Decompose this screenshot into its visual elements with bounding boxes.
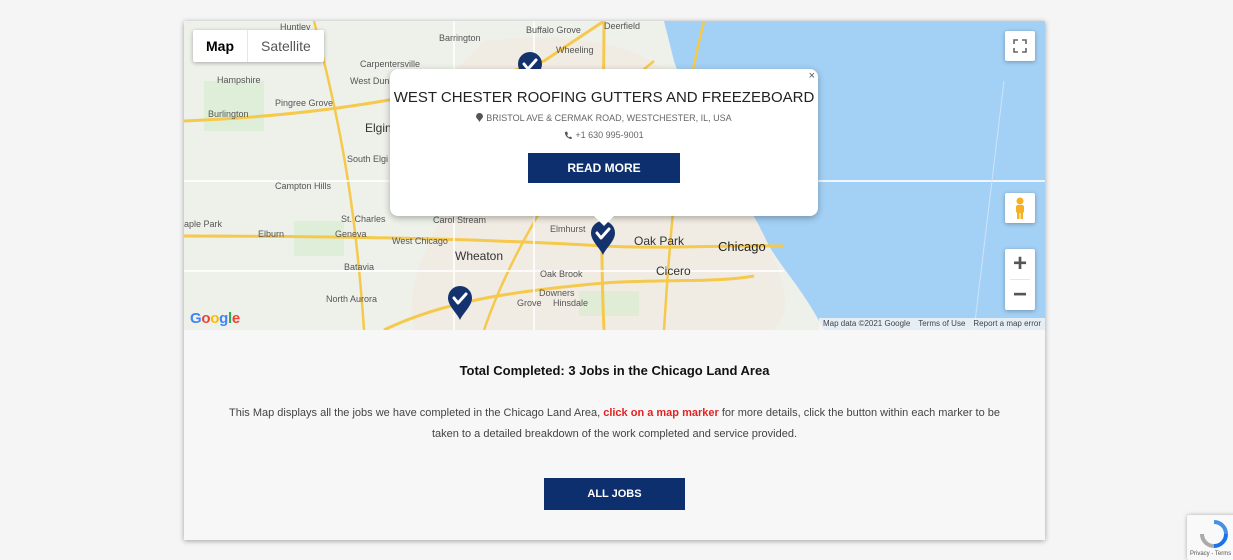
recaptcha-privacy-terms[interactable]: Privacy - Terms bbox=[1190, 551, 1231, 557]
pegman-icon bbox=[1016, 197, 1024, 219]
place-label: Geneva bbox=[335, 229, 367, 239]
place-label: Pingree Grove bbox=[275, 98, 334, 108]
place-label: Elburn bbox=[258, 229, 285, 239]
map-type-map-button[interactable]: Map bbox=[193, 30, 248, 62]
zoom-out-button[interactable]: − bbox=[1005, 280, 1035, 310]
place-label: Oak Park bbox=[634, 234, 685, 248]
map-type-satellite-button[interactable]: Satellite bbox=[248, 30, 324, 62]
street-view-pegman-button[interactable] bbox=[1005, 193, 1035, 223]
place-label: North Aurora bbox=[326, 294, 378, 304]
map-attribution: Map data ©2021 Google Terms of Use Repor… bbox=[818, 318, 1045, 330]
fullscreen-button[interactable] bbox=[1005, 31, 1035, 61]
job-marker[interactable] bbox=[447, 286, 473, 320]
zoom-in-button[interactable]: + bbox=[1005, 249, 1035, 279]
zoom-control: + − bbox=[1005, 249, 1035, 310]
place-label: Chicago bbox=[718, 239, 766, 254]
job-title: WEST CHESTER ROOFING GUTTERS AND FREEZEB… bbox=[393, 89, 815, 106]
total-completed-heading: Total Completed: 3 Jobs in the Chicago L… bbox=[459, 363, 770, 378]
job-marker-selected[interactable] bbox=[590, 221, 616, 255]
place-label: Carpentersville bbox=[360, 59, 421, 69]
place-label: Burlington bbox=[208, 109, 249, 119]
place-label: West Dun bbox=[350, 76, 390, 86]
place-label: Elmhurst bbox=[550, 224, 586, 234]
google-logo[interactable]: Google bbox=[190, 310, 240, 327]
phone-icon bbox=[565, 131, 573, 139]
map-description: This Map displays all the jobs we have c… bbox=[215, 403, 1015, 445]
description-text: This Map displays all the jobs we have c… bbox=[228, 407, 604, 419]
google-map[interactable]: Huntley Barrington Buffalo Grove Deerfie… bbox=[184, 21, 1045, 330]
place-label: Downers bbox=[539, 288, 575, 298]
place-label: Barrington bbox=[439, 33, 481, 43]
place-label: Grove bbox=[517, 298, 542, 308]
report-map-error-link[interactable]: Report a map error bbox=[973, 318, 1041, 330]
place-label: aple Park bbox=[184, 219, 223, 229]
recaptcha-badge[interactable]: Privacy - Terms bbox=[1187, 515, 1233, 560]
jobs-summary: Total Completed: 3 Jobs in the Chicago L… bbox=[184, 330, 1045, 540]
job-address: BRISTOL AVE & CERMAK ROAD, WESTCHESTER, … bbox=[390, 113, 818, 123]
place-label: South Elgi bbox=[347, 154, 389, 164]
place-label: Oak Brook bbox=[540, 269, 583, 279]
map-type-control: Map Satellite bbox=[193, 30, 324, 62]
place-label: Batavia bbox=[344, 262, 375, 272]
jobs-map-card: Huntley Barrington Buffalo Grove Deerfie… bbox=[184, 21, 1045, 540]
place-label: Hampshire bbox=[217, 75, 261, 85]
close-icon[interactable]: × bbox=[809, 70, 815, 82]
job-address-text: BRISTOL AVE & CERMAK ROAD, WESTCHESTER, … bbox=[486, 113, 732, 123]
all-jobs-button[interactable]: ALL JOBS bbox=[544, 478, 685, 510]
place-label: West Chicago bbox=[392, 236, 448, 246]
marker-info-window: × WEST CHESTER ROOFING GUTTERS AND FREEZ… bbox=[390, 69, 818, 226]
place-label: Carol Stream bbox=[433, 215, 487, 225]
place-label: Cicero bbox=[656, 264, 691, 278]
place-label: Elgin bbox=[365, 121, 392, 135]
place-label: Wheeling bbox=[556, 45, 594, 55]
place-label: Campton Hills bbox=[275, 181, 332, 191]
recaptcha-icon bbox=[1200, 520, 1228, 548]
terms-of-use-link[interactable]: Terms of Use bbox=[918, 318, 965, 330]
job-phone: +1 630 995-9001 bbox=[390, 130, 818, 140]
place-label: Deerfield bbox=[604, 21, 641, 31]
place-label: St. Charles bbox=[341, 214, 386, 224]
description-highlight: click on a map marker bbox=[603, 407, 719, 419]
place-label: Hinsdale bbox=[553, 298, 589, 308]
job-phone-text: +1 630 995-9001 bbox=[575, 130, 644, 140]
map-pin-icon bbox=[476, 113, 484, 122]
map-data-credit: Map data ©2021 Google bbox=[822, 319, 911, 328]
place-label: Buffalo Grove bbox=[526, 25, 581, 35]
read-more-button[interactable]: READ MORE bbox=[528, 153, 680, 183]
fullscreen-icon bbox=[1013, 39, 1027, 53]
place-label: Wheaton bbox=[455, 249, 504, 263]
